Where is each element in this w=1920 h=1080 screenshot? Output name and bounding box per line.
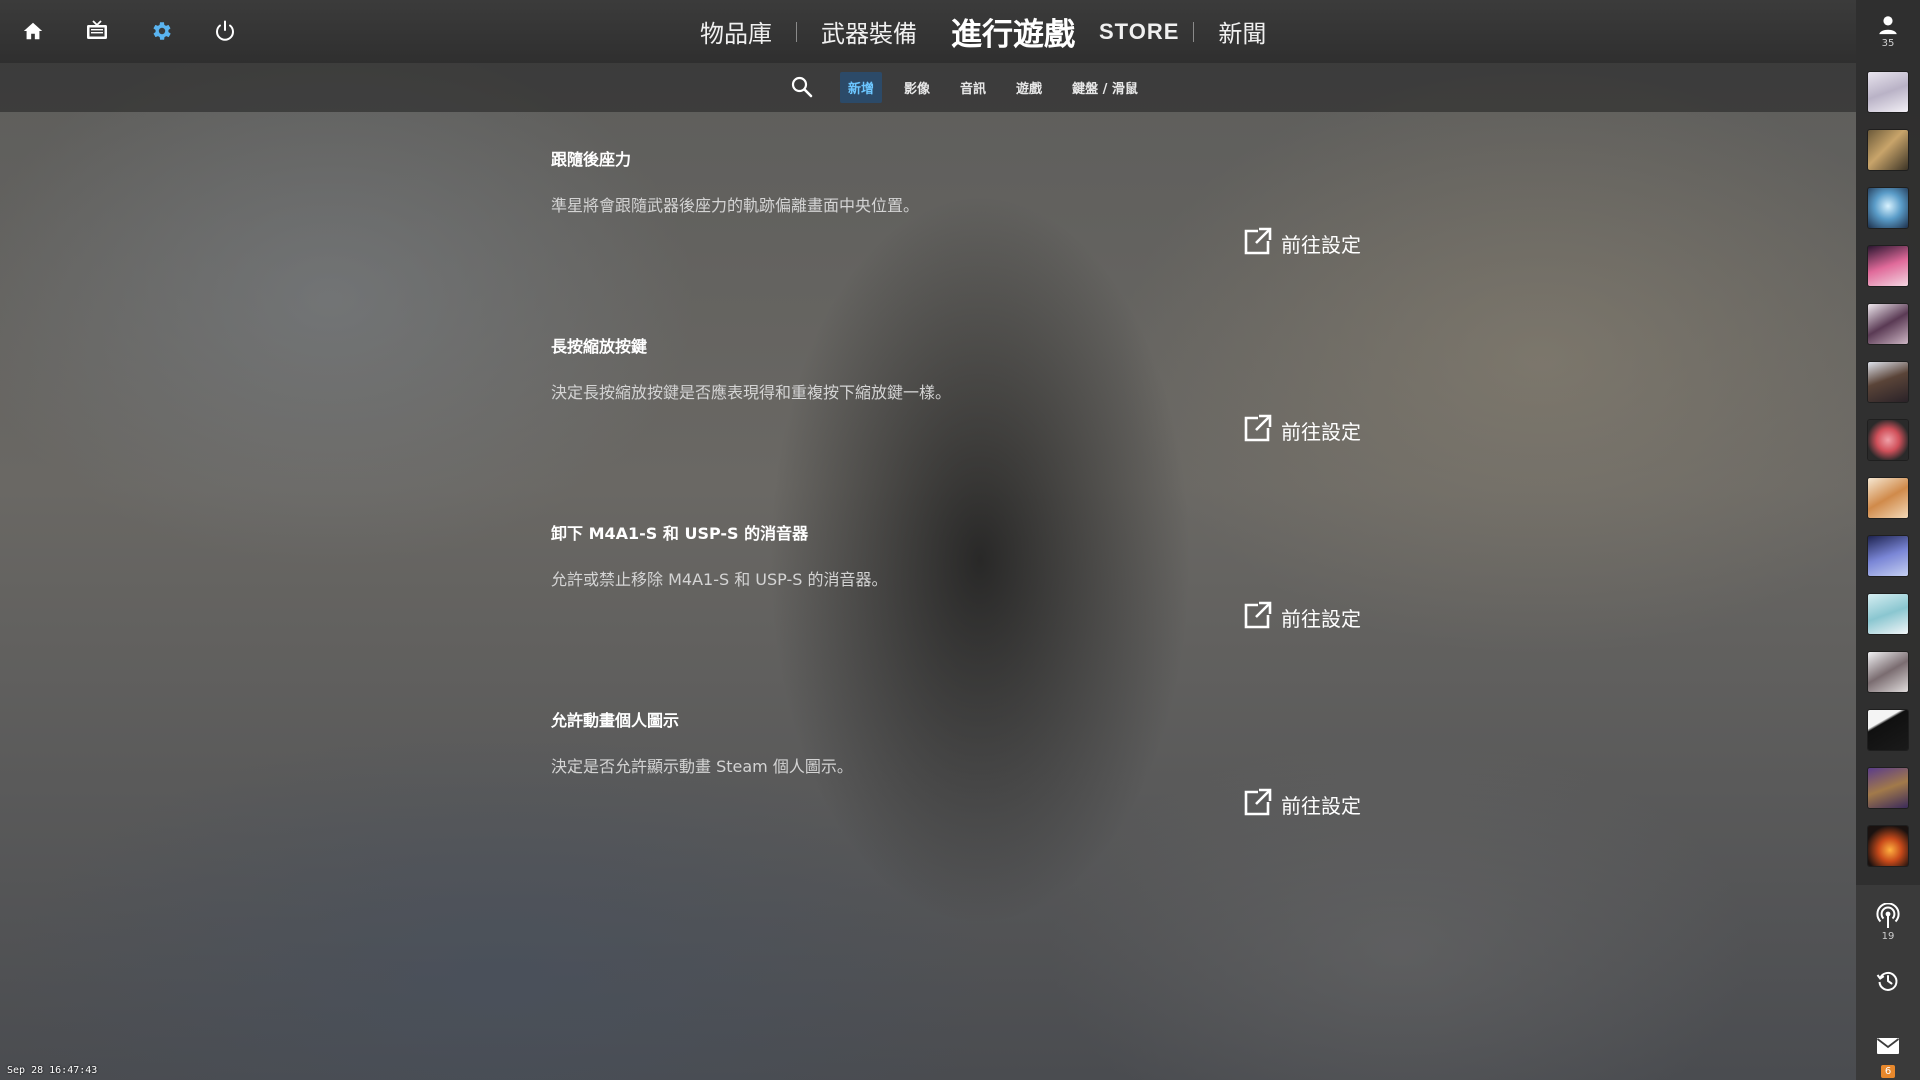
- tv-icon[interactable]: [80, 14, 113, 47]
- setting-item: 跟隨後座力 準星將會跟隨武器後座力的軌跡偏離畫面中央位置。 前往設定: [551, 112, 1361, 299]
- main-nav: 物品庫 武器裝備 進行遊戲 STORE 新聞: [676, 0, 1290, 63]
- friend-avatar[interactable]: [1868, 768, 1908, 808]
- broadcast-button[interactable]: 19: [1856, 902, 1920, 942]
- profile-button[interactable]: 35: [1856, 14, 1920, 60]
- external-link-icon: [1242, 226, 1272, 260]
- nav-play[interactable]: 進行遊戲: [941, 9, 1085, 54]
- friend-avatar[interactable]: [1868, 304, 1908, 344]
- power-icon[interactable]: [208, 14, 241, 47]
- go-to-setting-button[interactable]: 前往設定: [1242, 226, 1361, 260]
- nav-loadout[interactable]: 武器裝備: [797, 14, 941, 49]
- settings-subbar: 新增 影像 音訊 遊戲 鍵盤 / 滑鼠: [0, 63, 1856, 112]
- mail-button[interactable]: 6: [1856, 1037, 1920, 1078]
- broadcast-count: 19: [1881, 931, 1895, 942]
- go-to-setting-label: 前往設定: [1281, 793, 1361, 818]
- friend-avatar-list: [1868, 72, 1908, 866]
- history-button[interactable]: [1856, 969, 1920, 997]
- tab-keyboard-mouse[interactable]: 鍵盤 / 滑鼠: [1064, 72, 1146, 103]
- external-link-icon: [1242, 600, 1272, 634]
- go-to-setting-button[interactable]: 前往設定: [1242, 413, 1361, 447]
- setting-description: 允許或禁止移除 M4A1-S 和 USP-S 的消音器。: [551, 570, 888, 589]
- go-to-setting-label: 前往設定: [1281, 606, 1361, 631]
- settings-tabs: 新增 影像 音訊 遊戲 鍵盤 / 滑鼠: [790, 63, 1146, 112]
- friend-avatar[interactable]: [1868, 710, 1908, 750]
- sidebar-lower-panel: 19 6: [1856, 885, 1920, 1080]
- clock-readout: Sep 28 16:47:43: [7, 1065, 98, 1076]
- top-bar: 物品庫 武器裝備 進行遊戲 STORE 新聞: [0, 0, 1856, 63]
- friend-avatar[interactable]: [1868, 652, 1908, 692]
- tab-audio[interactable]: 音訊: [952, 72, 994, 103]
- friend-avatar[interactable]: [1868, 420, 1908, 460]
- new-settings-list: 跟隨後座力 準星將會跟隨武器後座力的軌跡偏離畫面中央位置。 前往設定 長按縮放按…: [551, 112, 1361, 860]
- setting-title: 跟隨後座力: [551, 150, 632, 169]
- home-icon[interactable]: [16, 14, 49, 47]
- history-icon: [1876, 971, 1900, 997]
- profile-count: 35: [1881, 38, 1895, 49]
- friend-avatar[interactable]: [1868, 478, 1908, 518]
- setting-title: 長按縮放按鍵: [551, 337, 648, 356]
- tab-game[interactable]: 遊戲: [1008, 72, 1050, 103]
- setting-title: 卸下 M4A1-S 和 USP-S 的消音器: [551, 524, 809, 543]
- friend-avatar[interactable]: [1868, 826, 1908, 866]
- setting-item: 卸下 M4A1-S 和 USP-S 的消音器 允許或禁止移除 M4A1-S 和 …: [551, 486, 1361, 673]
- mail-icon: [1876, 1038, 1900, 1059]
- top-icon-group: [16, 14, 241, 47]
- tab-video[interactable]: 影像: [896, 72, 938, 103]
- tab-new[interactable]: 新增: [840, 72, 883, 103]
- go-to-setting-button[interactable]: 前往設定: [1242, 787, 1361, 821]
- friend-avatar[interactable]: [1868, 72, 1908, 112]
- external-link-icon: [1242, 787, 1272, 821]
- setting-description: 決定長按縮放按鍵是否應表現得和重複按下縮放鍵一樣。: [551, 383, 952, 402]
- go-to-setting-label: 前往設定: [1281, 419, 1361, 444]
- nav-inventory[interactable]: 物品庫: [676, 14, 796, 49]
- gear-icon[interactable]: [144, 14, 177, 47]
- go-to-setting-button[interactable]: 前往設定: [1242, 600, 1361, 634]
- friend-avatar[interactable]: [1868, 246, 1908, 286]
- external-link-icon: [1242, 413, 1272, 447]
- nav-store[interactable]: STORE: [1085, 19, 1193, 45]
- setting-description: 準星將會跟隨武器後座力的軌跡偏離畫面中央位置。: [551, 196, 920, 215]
- friend-avatar[interactable]: [1868, 130, 1908, 170]
- setting-title: 允許動畫個人圖示: [551, 711, 680, 730]
- nav-news[interactable]: 新聞: [1194, 14, 1290, 49]
- go-to-setting-label: 前往設定: [1281, 232, 1361, 257]
- setting-item: 允許動畫個人圖示 決定是否允許顯示動畫 Steam 個人圖示。 前往設定: [551, 673, 1361, 860]
- friend-avatar[interactable]: [1868, 188, 1908, 228]
- setting-item: 長按縮放按鍵 決定長按縮放按鍵是否應表現得和重複按下縮放鍵一樣。 前往設定: [551, 299, 1361, 486]
- friend-avatar[interactable]: [1868, 536, 1908, 576]
- friend-avatar[interactable]: [1868, 362, 1908, 402]
- setting-description: 決定是否允許顯示動畫 Steam 個人圖示。: [551, 757, 853, 776]
- mail-badge: 6: [1881, 1065, 1895, 1078]
- search-icon[interactable]: [790, 75, 816, 101]
- friend-avatar[interactable]: [1868, 594, 1908, 634]
- friends-sidebar: 35 19 6: [1856, 0, 1920, 1080]
